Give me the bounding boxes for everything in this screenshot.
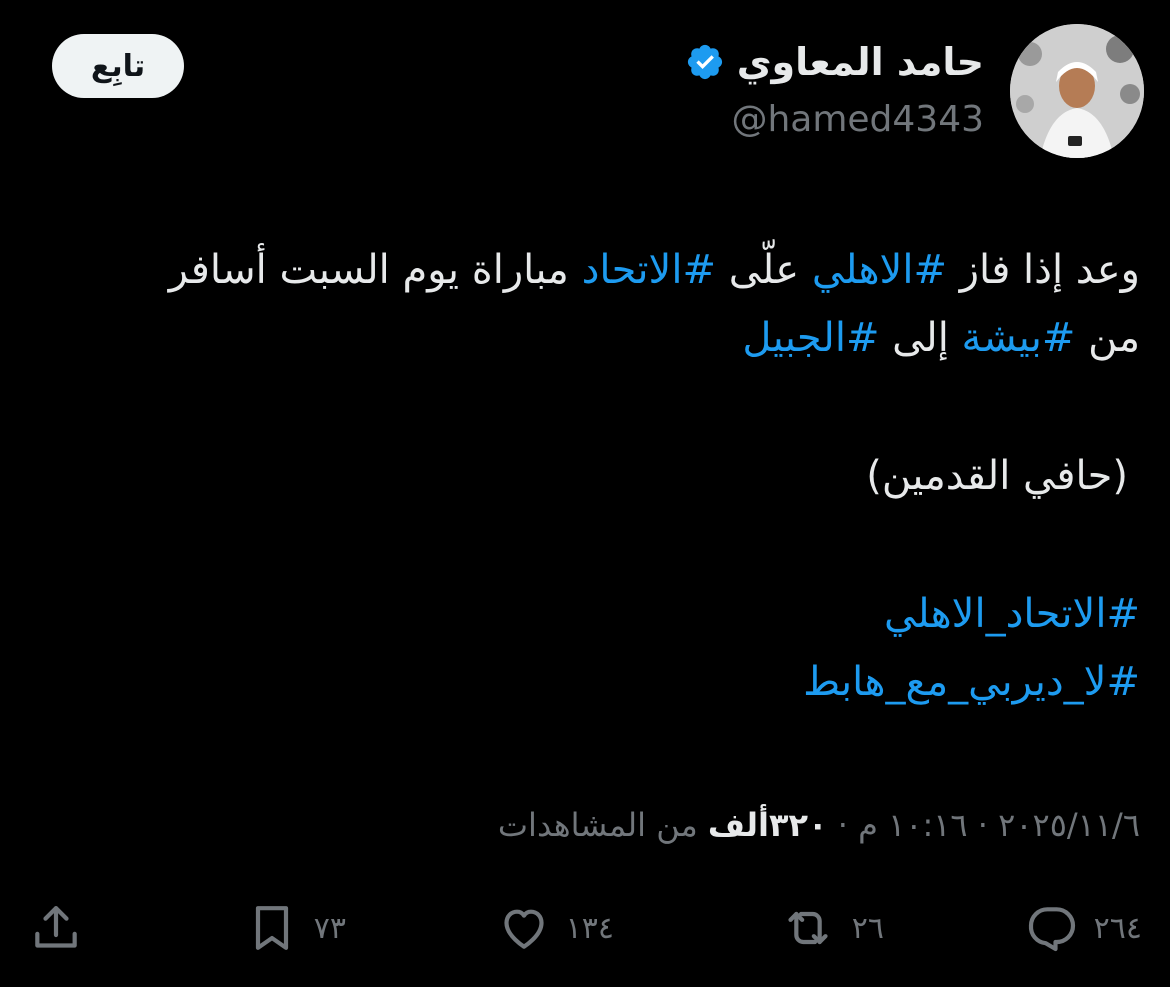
text-segment: علّى	[715, 247, 812, 293]
author-handle[interactable]: @hamed4343	[731, 96, 984, 144]
text-segment: وعد إذا فاز	[947, 247, 1140, 293]
tweet-time[interactable]: ١٠:١٦ م	[858, 806, 968, 844]
tweet-date[interactable]: ٢٠٢٥/١١/٦	[998, 806, 1140, 844]
text-segment: مباراة يوم السبت أسافر	[168, 247, 582, 293]
tweet-card: حامد المعاوي @hamed4343 تابِع وعد إذا فا…	[0, 0, 1170, 987]
share-icon	[28, 900, 84, 956]
repost-icon	[778, 900, 838, 956]
separator-dot: ·	[977, 806, 988, 844]
tweet-text-line-2: من #بيشة إلى #الجبيل	[742, 304, 1140, 372]
reply-count: ٢٦٤	[1093, 910, 1142, 946]
text-segment: إلى	[879, 315, 962, 361]
separator-dot: ·	[837, 806, 848, 844]
author-name-row[interactable]: حامد المعاوي	[685, 36, 984, 88]
like-count: ١٣٤	[565, 910, 614, 946]
hashtag-link[interactable]: #الاتحاد_الاهلي	[884, 580, 1140, 648]
like-button[interactable]: ١٣٤	[496, 900, 614, 956]
author-avatar[interactable]	[1010, 24, 1144, 158]
tweet-text-line-3: (حافي القدمين)	[866, 453, 1128, 499]
verified-badge-icon	[685, 42, 725, 82]
tweet-meta: ٢٠٢٥/١١/٦ · ١٠:١٦ م · ٣٢٠ألف من المشاهدا…	[498, 800, 1140, 850]
share-button[interactable]	[28, 900, 84, 956]
author-name[interactable]: حامد المعاوي	[737, 36, 984, 88]
reply-button[interactable]: ٢٦٤	[1024, 900, 1142, 956]
hashtag-link[interactable]: #الاتحاد	[582, 247, 716, 293]
repost-button[interactable]: ٢٦	[778, 900, 884, 956]
follow-button[interactable]: تابِع	[52, 34, 184, 98]
bookmark-icon	[244, 900, 300, 956]
hashtag-link[interactable]: #بيشة	[962, 315, 1076, 361]
hashtag-link[interactable]: #لا_ديربي_مع_هابط	[803, 648, 1140, 716]
hashtag-link[interactable]: #الاهلي	[812, 247, 947, 293]
tweet-text-line-1: وعد إذا فاز #الاهلي علّى #الاتحاد مباراة…	[169, 236, 1140, 304]
views-count: ٣٢٠ألف	[707, 806, 828, 844]
text-segment: من	[1075, 315, 1140, 361]
bookmark-count: ٧٣	[313, 910, 346, 946]
repost-count: ٢٦	[851, 910, 884, 946]
reply-icon	[1024, 900, 1080, 956]
hashtag-link[interactable]: #الجبيل	[742, 315, 879, 361]
bookmark-button[interactable]: ٧٣	[244, 900, 346, 956]
views-label: من المشاهدات	[497, 806, 698, 844]
heart-icon	[496, 900, 552, 956]
